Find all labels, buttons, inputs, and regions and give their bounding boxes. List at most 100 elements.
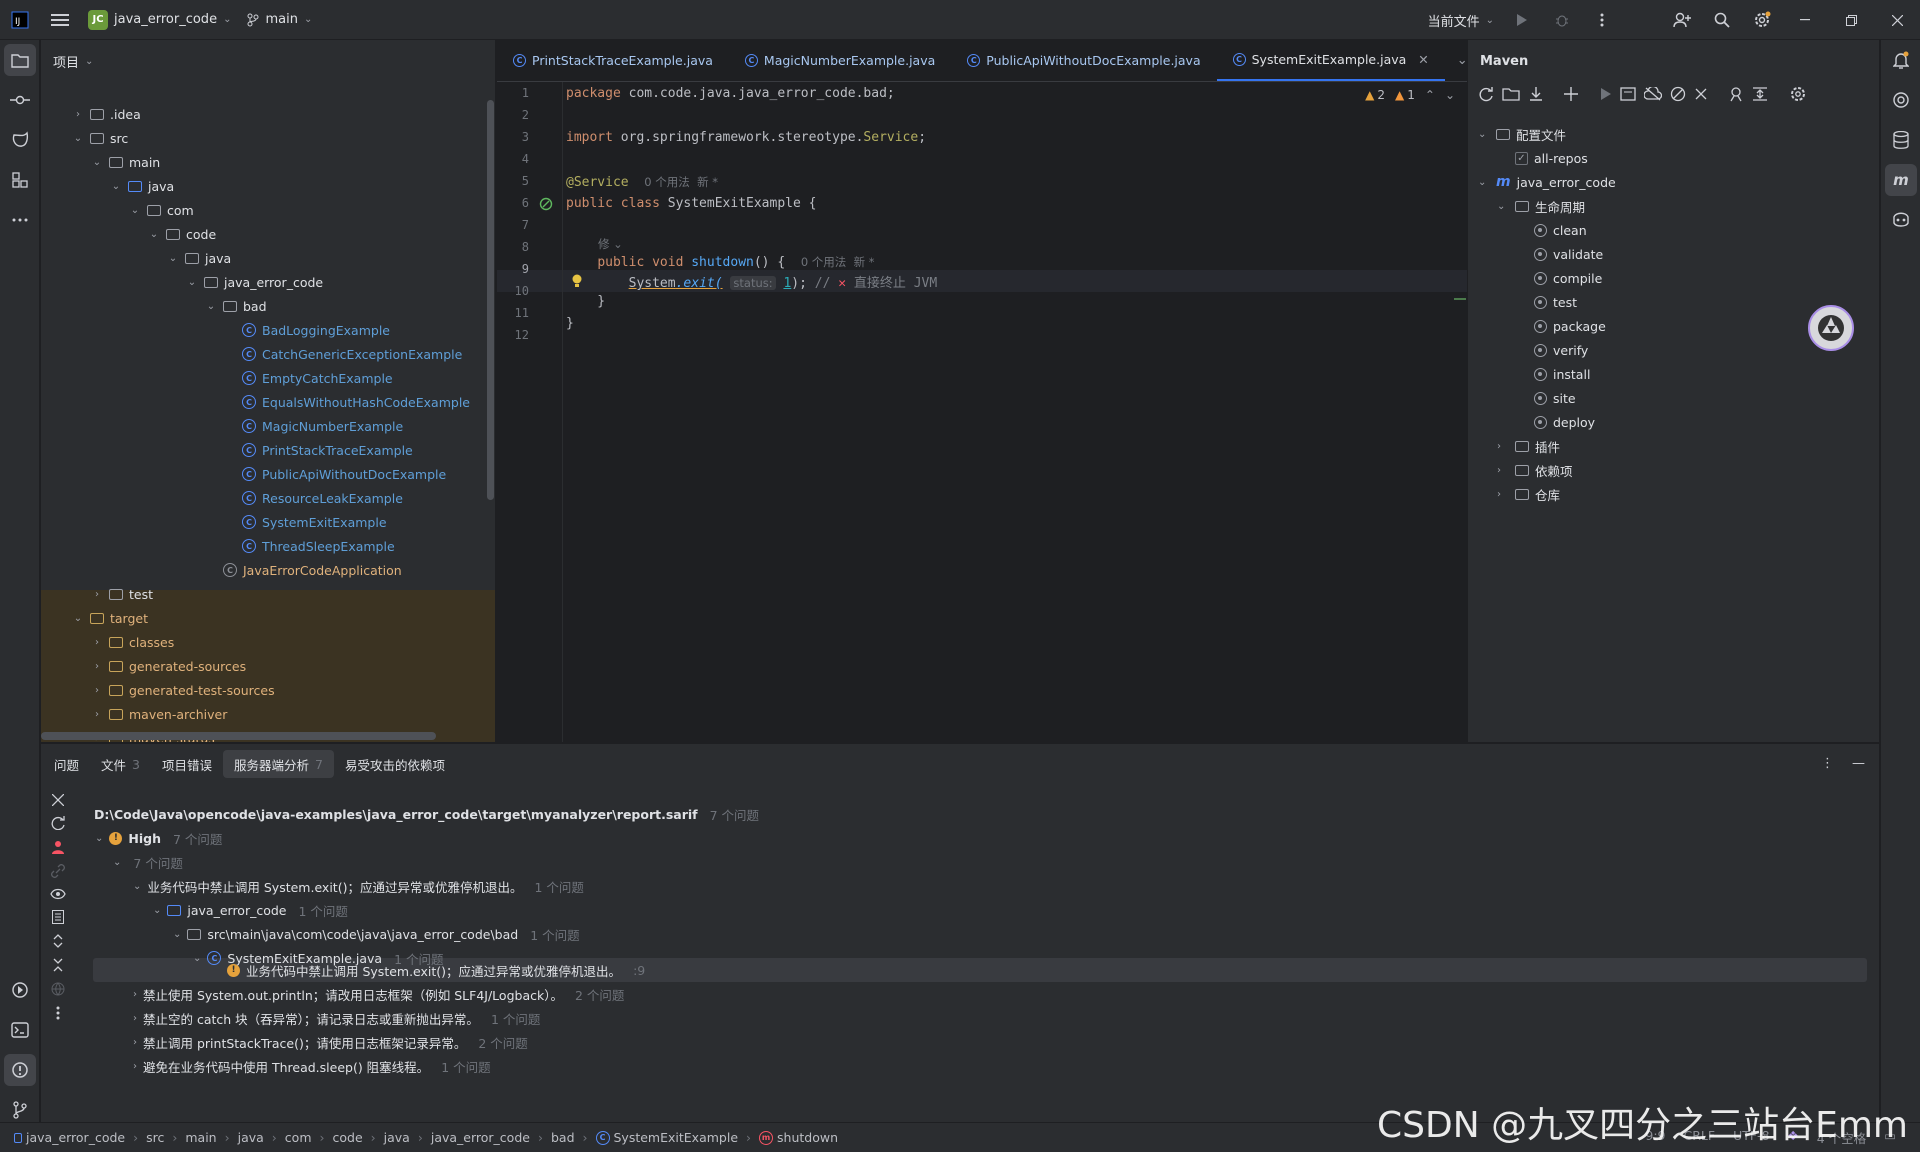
main-menu-icon[interactable] bbox=[40, 0, 80, 40]
checkbox-checked-icon[interactable]: ✓ bbox=[1515, 151, 1528, 165]
line-number[interactable]: 12 bbox=[497, 328, 529, 342]
reload-icon[interactable] bbox=[1478, 86, 1494, 102]
offline-mode-icon[interactable] bbox=[1644, 87, 1662, 101]
tab-magic-number[interactable]: C MagicNumberExample.java bbox=[729, 39, 951, 81]
spring-bean-icon[interactable] bbox=[539, 197, 553, 211]
tree-item[interactable]: C ThreadSleepExample bbox=[224, 534, 395, 558]
group-row[interactable]: ⌄ 7 个问题 bbox=[113, 850, 183, 874]
notifications-icon[interactable] bbox=[1881, 40, 1920, 80]
tree-item[interactable]: C EmptyCatchExample bbox=[224, 366, 393, 390]
preview-icon[interactable] bbox=[52, 910, 64, 924]
debug-icon[interactable] bbox=[1542, 0, 1582, 40]
search-icon[interactable] bbox=[1702, 0, 1742, 40]
tree-item[interactable]: C JavaErrorCodeApplication bbox=[205, 558, 402, 582]
project-tool-icon[interactable] bbox=[4, 44, 36, 76]
maven-tree-item[interactable]: site bbox=[1516, 386, 1576, 410]
rule-row-println[interactable]: › 禁止使用 System.out.println；请改用日志框架（例如 SLF4… bbox=[133, 982, 624, 1006]
tab-project-errors[interactable]: 项目错误 bbox=[151, 755, 223, 774]
refresh-icon[interactable] bbox=[51, 816, 65, 830]
rule-row-thread-sleep[interactable]: › 避免在业务代码中使用 Thread.sleep() 阻塞线程。 1 个问题 bbox=[133, 1054, 491, 1078]
inspection-widget[interactable]: ▲ 2 ▲ 1 ⌃ ⌄ bbox=[1365, 88, 1455, 102]
close-icon[interactable] bbox=[52, 794, 64, 806]
branch-switcher[interactable]: main ⌄ bbox=[239, 0, 320, 40]
maven-tree-item[interactable]: clean bbox=[1516, 218, 1587, 242]
link-icon[interactable] bbox=[51, 864, 65, 878]
tree-item[interactable]: › generated-sources bbox=[91, 654, 246, 678]
skip-tests-icon[interactable] bbox=[1670, 86, 1686, 102]
structure-tool-icon[interactable] bbox=[0, 160, 40, 200]
tree-item[interactable]: ⌄ java bbox=[167, 246, 231, 270]
more-vertical-icon[interactable]: ⋮ bbox=[1821, 756, 1834, 771]
rule-row-empty-catch[interactable]: › 禁止空的 catch 块（吞异常）；请记录日志或重新抛出异常。 1 个问题 bbox=[133, 1006, 540, 1030]
reload-folder-icon[interactable] bbox=[1502, 86, 1520, 102]
tab-system-exit[interactable]: C SystemExitExample.java ✕ bbox=[1216, 39, 1445, 81]
breadcrumb-item[interactable]: com bbox=[285, 1130, 312, 1145]
breadcrumb-item[interactable]: src bbox=[146, 1130, 164, 1145]
more-tools-icon[interactable] bbox=[0, 200, 40, 240]
maven-tree-item[interactable]: › 仓库 bbox=[1497, 482, 1560, 506]
tree-item[interactable]: › classes bbox=[91, 630, 174, 654]
floating-assistant-avatar[interactable] bbox=[1808, 305, 1854, 351]
tab-print-stack-trace[interactable]: C PrintStackTraceExample.java bbox=[497, 39, 729, 81]
restore-icon[interactable] bbox=[1828, 0, 1874, 40]
tree-item[interactable]: › generated-test-sources bbox=[91, 678, 275, 702]
maven-tree-item[interactable]: package bbox=[1516, 314, 1606, 338]
tree-item[interactable]: C PrintStackTraceExample bbox=[224, 438, 413, 462]
expand-icon[interactable] bbox=[1752, 86, 1768, 102]
code-line-3[interactable]: import org.springframework.stereotype.Se… bbox=[566, 130, 926, 145]
tree-item[interactable]: ⌄ bad bbox=[205, 294, 267, 318]
more-vertical-icon[interactable] bbox=[56, 1006, 60, 1020]
run-maven-icon[interactable] bbox=[1600, 87, 1612, 101]
code-line-10[interactable]: } bbox=[566, 294, 605, 309]
line-number[interactable]: 9 bbox=[497, 262, 529, 276]
maven-tree-item[interactable]: ✓ all-repos bbox=[1497, 146, 1588, 170]
path-row[interactable]: ⌄ src\main\java\com\code\java\java_error_… bbox=[173, 922, 580, 946]
expand-all-icon[interactable] bbox=[52, 934, 64, 948]
add-icon[interactable] bbox=[1564, 87, 1578, 101]
download-icon[interactable] bbox=[1528, 86, 1544, 102]
run-icon[interactable] bbox=[1502, 0, 1542, 40]
terminal-tool-icon[interactable] bbox=[0, 1010, 40, 1050]
code-line-8[interactable]: public void shutdown() { 0 个用法 新 * bbox=[566, 254, 874, 270]
tab-public-api-without-doc[interactable]: C PublicApiWithoutDocExample.java bbox=[951, 39, 1216, 81]
maven-tree-item[interactable]: deploy bbox=[1516, 410, 1595, 434]
maven-settings-icon[interactable] bbox=[1790, 86, 1806, 102]
severity-row[interactable]: ⌄! High 7 个问题 bbox=[95, 826, 222, 850]
breadcrumb-item[interactable]: java_error_code bbox=[14, 1130, 125, 1145]
maven-tree-item[interactable]: › 插件 bbox=[1497, 434, 1560, 458]
report-path-row[interactable]: D:\Code\Java\opencode\java-examples\java… bbox=[94, 802, 759, 826]
spring-tool-icon[interactable] bbox=[0, 120, 40, 160]
tree-item[interactable]: ⌄ java_error_code bbox=[186, 270, 323, 294]
code-line-11[interactable]: } bbox=[566, 316, 574, 331]
maven-tree-item[interactable]: ⌄ 生命周期 bbox=[1497, 194, 1585, 218]
user-filter-icon[interactable] bbox=[52, 840, 64, 854]
ai-assistant-icon[interactable] bbox=[1881, 80, 1920, 120]
breadcrumb-item[interactable]: main bbox=[185, 1130, 216, 1145]
line-number[interactable]: 4 bbox=[497, 152, 529, 166]
commit-tool-icon[interactable] bbox=[0, 80, 40, 120]
project-panel-header[interactable]: 项目 ⌄ bbox=[41, 40, 495, 82]
maven-tool-icon[interactable]: m bbox=[1885, 164, 1917, 196]
breadcrumb-item[interactable]: C SystemExitExample bbox=[595, 1130, 738, 1145]
maven-tree-item[interactable]: › 依赖项 bbox=[1497, 458, 1573, 482]
copilot-icon[interactable] bbox=[1881, 200, 1920, 240]
maven-tree-item[interactable]: ⌄ 配置文件 bbox=[1478, 122, 1566, 146]
tree-item[interactable]: C SystemExitExample bbox=[224, 510, 387, 534]
breadcrumb-item[interactable]: java bbox=[238, 1130, 264, 1145]
tab-problems[interactable]: 问题 bbox=[43, 755, 90, 774]
collapse-all-icon[interactable] bbox=[1694, 87, 1708, 101]
problem-item-row[interactable]: ! 业务代码中禁止调用 System.exit()；应通过异常或优雅停机退出。:9 bbox=[227, 958, 645, 982]
tree-item[interactable]: C MagicNumberExample bbox=[224, 414, 403, 438]
maven-tree-item[interactable]: validate bbox=[1516, 242, 1603, 266]
breadcrumb-item[interactable]: java_error_code bbox=[431, 1130, 530, 1145]
problems-tool-icon[interactable] bbox=[4, 1054, 36, 1086]
tree-item[interactable]: C BadLoggingExample bbox=[224, 318, 390, 342]
tree-item[interactable]: ⌄ com bbox=[129, 198, 194, 222]
hide-panel-icon[interactable]: — bbox=[1852, 756, 1865, 771]
breadcrumb-item[interactable]: bad bbox=[551, 1130, 575, 1145]
breadcrumb-item[interactable]: code bbox=[333, 1130, 363, 1145]
execute-goal-icon[interactable] bbox=[1620, 87, 1636, 101]
code-line-6[interactable]: public class SystemExitExample { bbox=[566, 196, 816, 211]
maven-tree-item[interactable]: install bbox=[1516, 362, 1590, 386]
line-number[interactable]: 1 bbox=[497, 86, 529, 100]
